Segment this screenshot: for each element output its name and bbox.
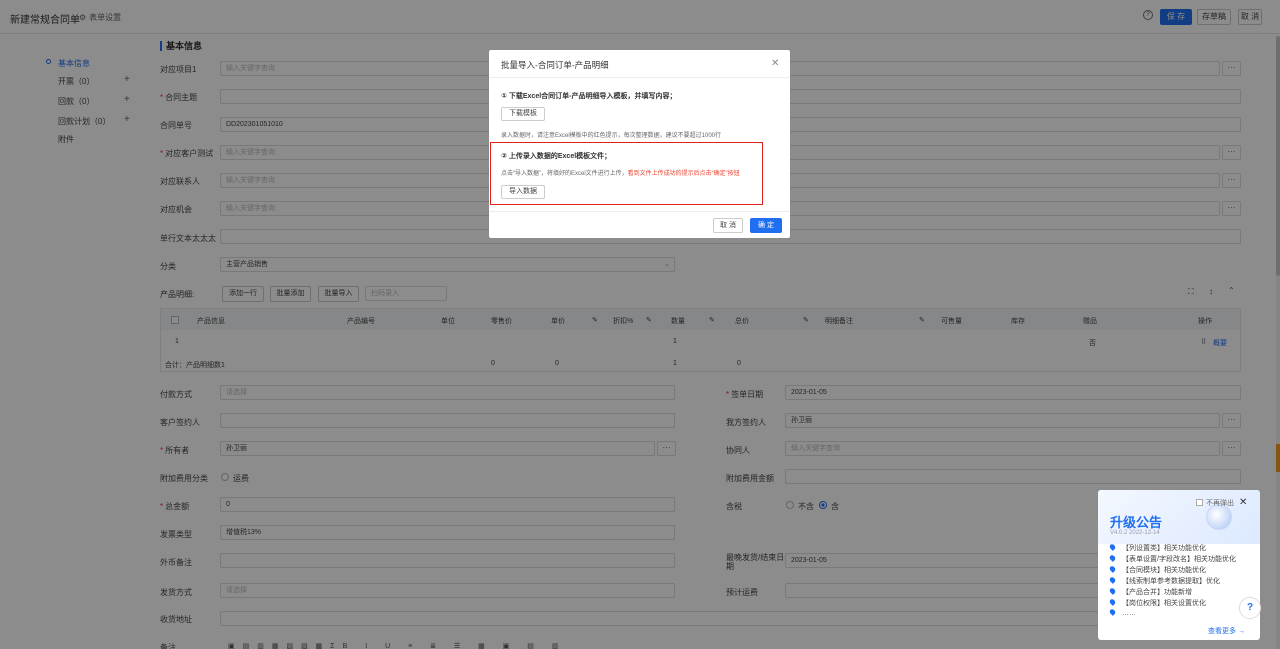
divider bbox=[489, 211, 790, 212]
pin-icon bbox=[1108, 565, 1117, 573]
pin-icon bbox=[1108, 598, 1117, 606]
announcement-title: 升级公告 bbox=[1110, 515, 1163, 530]
announcement-item: 【表单设置/字段改名】相关功能优化 bbox=[1108, 554, 1236, 564]
divider bbox=[489, 77, 790, 78]
announcement-item: 【岗位权限】相关设置优化 bbox=[1108, 598, 1206, 608]
announcement-version: V4.0.2 2022-12-14 bbox=[1110, 530, 1160, 536]
dont-show-checkbox[interactable]: 不再弹出 bbox=[1196, 498, 1234, 508]
announcement-item-text: 【线索制单参考数据提取】优化 bbox=[1122, 578, 1220, 585]
step1-tip: 录入数据时，请注意Excel模板中的红色提示，每次整理数据，建议不要超过1000… bbox=[501, 133, 722, 139]
pin-icon bbox=[1108, 587, 1117, 595]
announcement-item: 【产品合并】功能新增 bbox=[1108, 587, 1192, 597]
announcement-item-text: 【合同模块】相关功能优化 bbox=[1122, 567, 1206, 574]
pin-icon bbox=[1108, 576, 1117, 584]
announcement-item-text: 【列设置类】相关功能优化 bbox=[1122, 545, 1206, 552]
help-icon[interactable]: ? bbox=[1239, 597, 1261, 619]
dont-show-label: 不再弹出 bbox=[1206, 500, 1234, 507]
announcement-item: …… bbox=[1108, 608, 1136, 617]
checkbox-box[interactable] bbox=[1196, 499, 1203, 506]
dialog-ok-button[interactable]: 确 定 bbox=[750, 218, 782, 233]
batch-import-dialog: 批量导入-合同订单-产品明细 ✕ ① 下载Excel合同订单-产品明细导入模板，… bbox=[489, 50, 790, 238]
step2-note-text: 点击“导入数据”，将填好的Excel文件进行上传， bbox=[501, 171, 628, 177]
announcement-item: 【线索制单参考数据提取】优化 bbox=[1108, 576, 1220, 586]
import-data-button[interactable]: 导入数据 bbox=[501, 185, 545, 199]
step2-text: ② 上传录入数据的Excel模板文件； bbox=[501, 153, 612, 160]
download-template-button[interactable]: 下载模板 bbox=[501, 107, 545, 121]
announcement-item: 【列设置类】相关功能优化 bbox=[1108, 543, 1206, 553]
step2-note: 点击“导入数据”，将填好的Excel文件进行上传，看到文件上传成功的提示后点击“… bbox=[501, 168, 740, 177]
dialog-cancel-button[interactable]: 取 消 bbox=[713, 218, 743, 233]
announcement-item-text: 【产品合并】功能新增 bbox=[1122, 589, 1192, 596]
step2-note-red: 看到文件上传成功的提示后点击“确定”按钮 bbox=[627, 171, 740, 177]
close-icon[interactable]: ✕ bbox=[1239, 497, 1247, 508]
announcement-item-text: 【岗位权限】相关设置优化 bbox=[1122, 600, 1206, 607]
pin-icon bbox=[1108, 554, 1117, 562]
step1-text: ① 下载Excel合同订单-产品明细导入模板，并填写内容； bbox=[501, 93, 677, 100]
pin-icon bbox=[1108, 543, 1117, 551]
announcement-item: 【合同模块】相关功能优化 bbox=[1108, 565, 1206, 575]
dialog-title: 批量导入-合同订单-产品明细 bbox=[501, 60, 609, 70]
upgrade-announcement: 不再弹出 ✕ 升级公告 V4.0.2 2022-12-14 【列设置类】相关功能… bbox=[1098, 490, 1260, 640]
announcement-item-text: …… bbox=[1122, 610, 1136, 617]
close-icon[interactable]: ✕ bbox=[771, 58, 779, 69]
view-more-link[interactable]: 查看更多 → bbox=[1208, 626, 1245, 636]
pin-icon bbox=[1108, 608, 1117, 616]
announcement-item-text: 【表单设置/字段改名】相关功能优化 bbox=[1122, 556, 1236, 563]
